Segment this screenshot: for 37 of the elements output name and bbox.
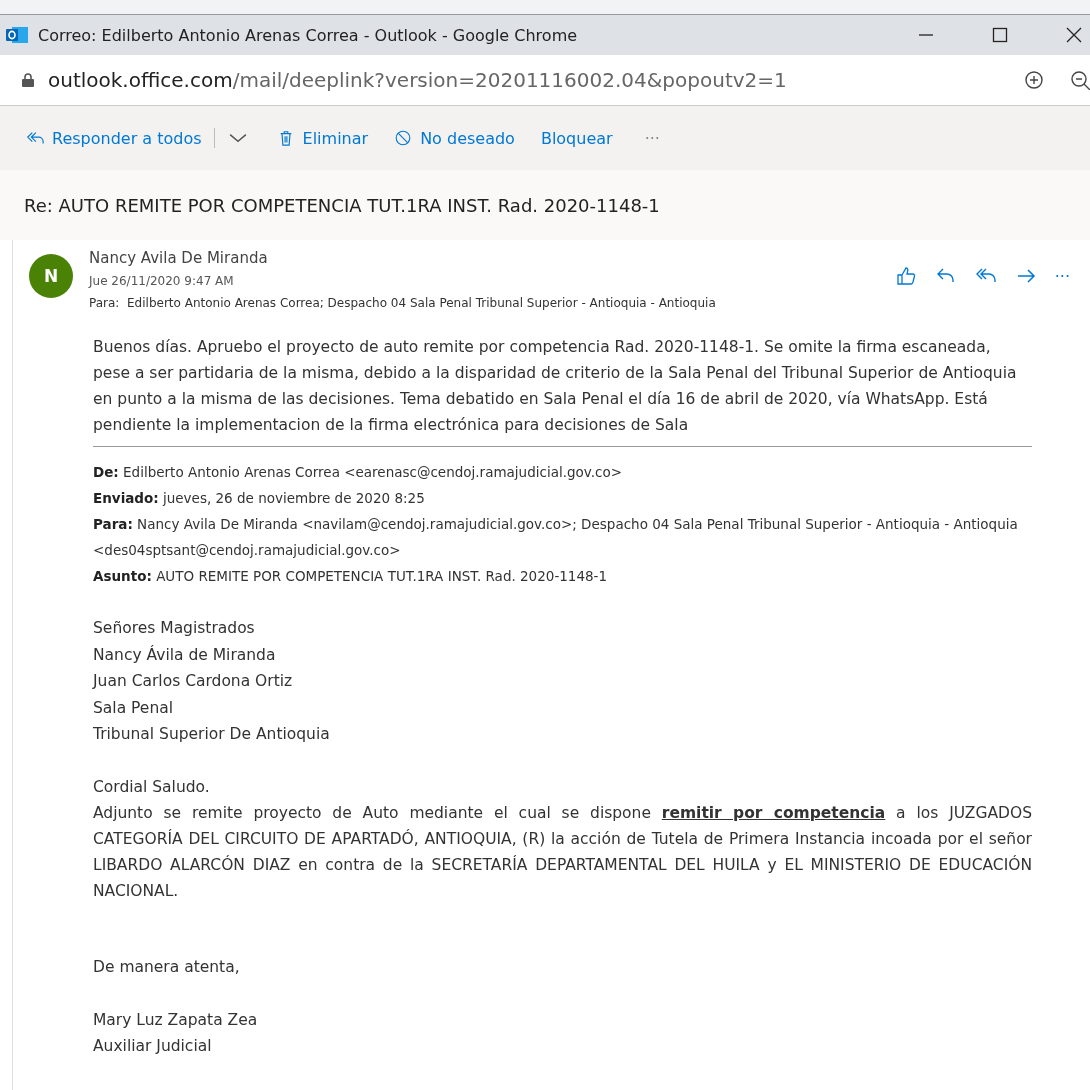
maximize-icon[interactable]	[992, 27, 1008, 43]
window-title: Correo: Edilberto Antonio Arenas Correa - Outlook - Google Chrome	[38, 25, 578, 45]
block-button[interactable]: Bloquear	[534, 124, 619, 152]
search-icon[interactable]	[1070, 70, 1090, 90]
more-button[interactable]: ···	[1054, 266, 1070, 286]
recipients-text: Para: Edilberto Antonio Arenas Correa; Despacho 04 Sala Penal Tribunal Superior - Antioquia - Antioquia	[89, 295, 717, 312]
more-button[interactable]: ···	[638, 124, 666, 152]
closing-text: De manera atenta,	[93, 957, 241, 978]
header-line: Para: Nancy Avila De Miranda <navilam@cendoj.ramajudicial.gov.co>; Despacho 04 Sala Penal Tribunal Superior - Antioquia - Antioquia <des04sptsant@cendoj.ramajudicial.gov.co>	[93, 515, 1019, 560]
outlook-logo-icon	[6, 26, 28, 44]
addressee-line: Sala Penal	[93, 697, 175, 719]
block-icon	[394, 130, 413, 146]
addressee-line: Tribunal Superior De Antioquia	[93, 724, 331, 745]
url-text[interactable]: outlook.office.com/mail/deeplink?version=20201116002.04&popoutv2=1	[48, 68, 787, 92]
reply-all-button[interactable]: Responder a todos	[20, 124, 208, 152]
greeting-text: Cordial Saludo.	[93, 776, 211, 798]
lock-icon	[22, 73, 34, 87]
delete-button[interactable]: Eliminar	[270, 124, 375, 152]
message-text: Buenos días. Apruebo el proyecto de auto remite por competencia Rad. 2020-1148-1. Se omite la firma escaneada, pese a ser partidaria de la misma, debido a la disparidad de criterio de la Sala Penal del Tribunal Superior de Antioquia en punto a la misma de las decisiones. Tema debatido en Sala Penal el día 16 de abril de 2020, vía WhatsApp. Está pendiente la implementacion de la firma electrónica para decisiones de Sala	[93, 337, 1018, 436]
avatar: N	[29, 254, 73, 298]
addressee-line: Señores Magistrados	[93, 618, 256, 639]
header-line: De: Edilberto Antonio Arenas Correa <earenasc@cendoj.ramajudicial.gov.co>	[93, 463, 623, 482]
like-icon[interactable]	[894, 266, 917, 286]
message-date: Jue 26/11/2020 9:47 AM	[89, 273, 235, 290]
reply-all-icon	[26, 130, 44, 146]
addressee-line: Juan Carlos Cardona Ortiz	[93, 671, 294, 692]
message-subject: Re: AUTO REMITE POR COMPETENCIA TUT.1RA INST. Rad. 2020-1148-1	[0, 170, 1090, 240]
signature-line: Auxiliar Judicial	[93, 1036, 213, 1057]
message-paragraph: Adjunto se remite proyecto de Auto mediante el cual se dispone remitir por competencia a los JUZGADOS CATEGORÍA DEL CIRCUITO DE APARTADÓ, ANTIOQUIA, (R) la acción de Tutela de Primera Instancia incoada por el señor LIBARDO ALARCÓN DIAZ en contra de la SECRETARÍA DEPARTAMENTAL DEL HUILA y EL MINISTERIO DE EDUCACIÓN NACIONAL.	[93, 803, 1032, 902]
signature-line: Mary Luz Zapata Zea	[93, 1009, 259, 1031]
header-line: Enviado: jueves, 26 de noviembre de 2020 8:25	[93, 489, 426, 508]
header-line: Asunto: AUTO REMITE POR COMPETENCIA TUT.1RA INST. Rad. 2020-1148-1	[93, 567, 609, 586]
sender-name: Nancy Avila De Miranda	[89, 248, 269, 269]
zoom-in-icon[interactable]	[1024, 70, 1044, 90]
addressee-line: Nancy Ávila de Miranda	[93, 644, 277, 666]
junk-button[interactable]: No deseado	[388, 124, 521, 152]
close-icon[interactable]	[1066, 27, 1082, 43]
